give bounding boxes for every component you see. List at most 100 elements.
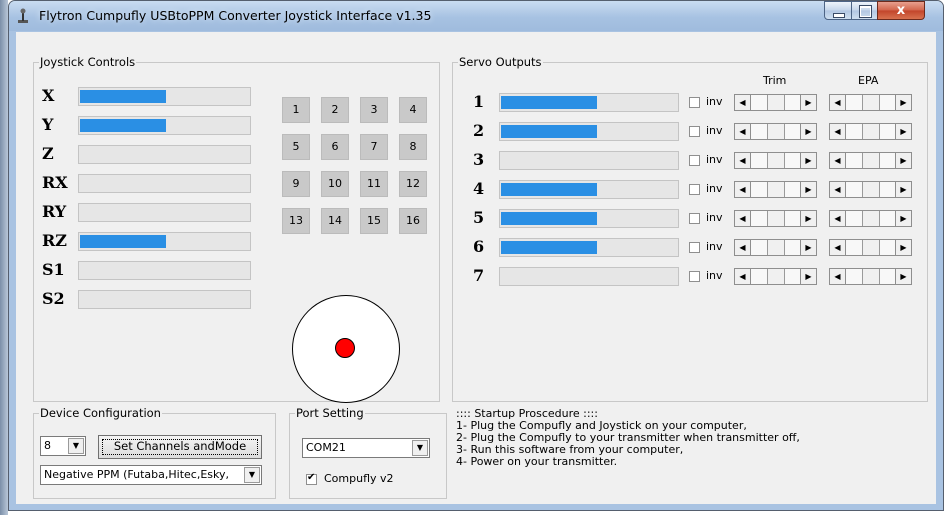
trim-left-arrow-icon[interactable]: ◀ <box>734 210 751 227</box>
servo-channel-number: 2 <box>473 121 485 140</box>
trim-scroll-thumb[interactable] <box>767 240 785 255</box>
title-bar[interactable]: Flytron Cumpufly USBtoPPM Converter Joys… <box>9 1 943 31</box>
epa-scroll-thumb[interactable] <box>862 269 880 284</box>
close-button[interactable]: x <box>877 1 925 20</box>
epa-right-arrow-icon[interactable]: ▶ <box>895 181 912 198</box>
com-port-select[interactable]: COM21 ▼ <box>302 438 430 458</box>
epa-left-arrow-icon[interactable]: ◀ <box>829 239 846 256</box>
trim-right-arrow-icon[interactable]: ▶ <box>800 181 817 198</box>
group-label: Port Setting <box>295 406 365 420</box>
epa-left-arrow-icon[interactable]: ◀ <box>829 181 846 198</box>
minimize-button[interactable] <box>824 1 852 20</box>
axis-progress-bar <box>78 290 251 309</box>
epa-scroll-thumb[interactable] <box>862 240 880 255</box>
trim-scroll-thumb[interactable] <box>767 153 785 168</box>
epa-left-arrow-icon[interactable]: ◀ <box>829 123 846 140</box>
epa-scroll-thumb[interactable] <box>862 211 880 226</box>
trim-scroll-thumb[interactable] <box>767 211 785 226</box>
trim-scroll-thumb[interactable] <box>767 124 785 139</box>
epa-scroll-track[interactable] <box>846 181 895 198</box>
servo-invert-checkbox[interactable] <box>689 242 700 253</box>
epa-scroll-track[interactable] <box>846 210 895 227</box>
epa-right-arrow-icon[interactable]: ▶ <box>895 210 912 227</box>
group-label: Joystick Controls <box>39 55 137 69</box>
maximize-button[interactable] <box>851 1 878 20</box>
axis-label: RY <box>42 202 67 221</box>
axis-progress-bar <box>78 232 251 251</box>
epa-scroll-track[interactable] <box>846 152 895 169</box>
epa-left-arrow-icon[interactable]: ◀ <box>829 268 846 285</box>
group-label: Servo Outputs <box>458 55 543 69</box>
trim-right-arrow-icon[interactable]: ▶ <box>800 268 817 285</box>
trim-scroll-track[interactable] <box>751 152 800 169</box>
axis-label: RX <box>42 173 68 192</box>
trim-scroll-thumb[interactable] <box>767 95 785 110</box>
servo-progress-fill <box>501 96 597 109</box>
joystick-button-indicator: 9 <box>282 171 310 197</box>
trim-left-arrow-icon[interactable]: ◀ <box>734 152 751 169</box>
axis-progress-bar <box>78 145 251 164</box>
trim-left-arrow-icon[interactable]: ◀ <box>734 239 751 256</box>
epa-scroll-thumb[interactable] <box>862 182 880 197</box>
trim-scroll-track[interactable] <box>751 94 800 111</box>
servo-channel-number: 4 <box>473 179 485 198</box>
trim-left-arrow-icon[interactable]: ◀ <box>734 181 751 198</box>
trim-right-arrow-icon[interactable]: ▶ <box>800 123 817 140</box>
axis-label: Z <box>42 144 54 163</box>
joystick-button-indicator: 15 <box>360 208 388 234</box>
epa-left-arrow-icon[interactable]: ◀ <box>829 152 846 169</box>
epa-scroll-track[interactable] <box>846 123 895 140</box>
trim-scroll-track[interactable] <box>751 181 800 198</box>
epa-scroll-track[interactable] <box>846 94 895 111</box>
trim-scroll-track[interactable] <box>751 123 800 140</box>
channels-value: 8 <box>44 439 51 452</box>
chevron-down-icon[interactable]: ▼ <box>412 440 428 456</box>
servo-invert-checkbox[interactable] <box>689 271 700 282</box>
epa-scroll-track[interactable] <box>846 239 895 256</box>
servo-invert-checkbox[interactable] <box>689 184 700 195</box>
servo-progress-bar <box>499 151 679 170</box>
epa-left-arrow-icon[interactable]: ◀ <box>829 94 846 111</box>
joystick-button-indicator: 13 <box>282 208 310 234</box>
set-channels-label: Set Channels andMode <box>113 439 247 453</box>
servo-channel-number: 3 <box>473 150 485 169</box>
servo-invert-checkbox[interactable] <box>689 213 700 224</box>
chevron-down-icon[interactable]: ▼ <box>68 438 84 454</box>
trim-scroll-track[interactable] <box>751 268 800 285</box>
epa-scroll-thumb[interactable] <box>862 124 880 139</box>
trim-right-arrow-icon[interactable]: ▶ <box>800 152 817 169</box>
epa-right-arrow-icon[interactable]: ▶ <box>895 239 912 256</box>
axis-progress-fill <box>80 119 166 132</box>
trim-scroll-track[interactable] <box>751 210 800 227</box>
joystick-button-indicator: 10 <box>321 171 349 197</box>
joystick-button-indicator: 14 <box>321 208 349 234</box>
compufly-v2-checkbox[interactable]: ✔ <box>306 472 317 485</box>
epa-left-arrow-icon[interactable]: ◀ <box>829 210 846 227</box>
epa-right-arrow-icon[interactable]: ▶ <box>895 123 912 140</box>
trim-right-arrow-icon[interactable]: ▶ <box>800 239 817 256</box>
trim-left-arrow-icon[interactable]: ◀ <box>734 268 751 285</box>
epa-right-arrow-icon[interactable]: ▶ <box>895 94 912 111</box>
trim-right-arrow-icon[interactable]: ▶ <box>800 94 817 111</box>
trim-scroll-thumb[interactable] <box>767 269 785 284</box>
axis-label: X <box>42 86 55 105</box>
trim-scroll-track[interactable] <box>751 239 800 256</box>
ppm-mode-select[interactable]: Negative PPM (Futaba,Hitec,Esky, ▼ <box>40 465 262 485</box>
epa-right-arrow-icon[interactable]: ▶ <box>895 152 912 169</box>
servo-invert-checkbox[interactable] <box>689 155 700 166</box>
set-channels-button[interactable]: Set Channels andMode <box>98 435 262 459</box>
trim-left-arrow-icon[interactable]: ◀ <box>734 123 751 140</box>
axis-progress-fill <box>80 235 166 248</box>
servo-invert-checkbox[interactable] <box>689 126 700 137</box>
trim-scroll-thumb[interactable] <box>767 182 785 197</box>
trim-right-arrow-icon[interactable]: ▶ <box>800 210 817 227</box>
epa-right-arrow-icon[interactable]: ▶ <box>895 268 912 285</box>
epa-scroll-thumb[interactable] <box>862 95 880 110</box>
servo-invert-checkbox[interactable] <box>689 97 700 108</box>
chevron-down-icon[interactable]: ▼ <box>244 467 260 483</box>
epa-scroll-thumb[interactable] <box>862 153 880 168</box>
channels-select[interactable]: 8 ▼ <box>40 436 86 456</box>
servo-channel-number: 7 <box>473 266 485 285</box>
epa-scroll-track[interactable] <box>846 268 895 285</box>
trim-left-arrow-icon[interactable]: ◀ <box>734 94 751 111</box>
